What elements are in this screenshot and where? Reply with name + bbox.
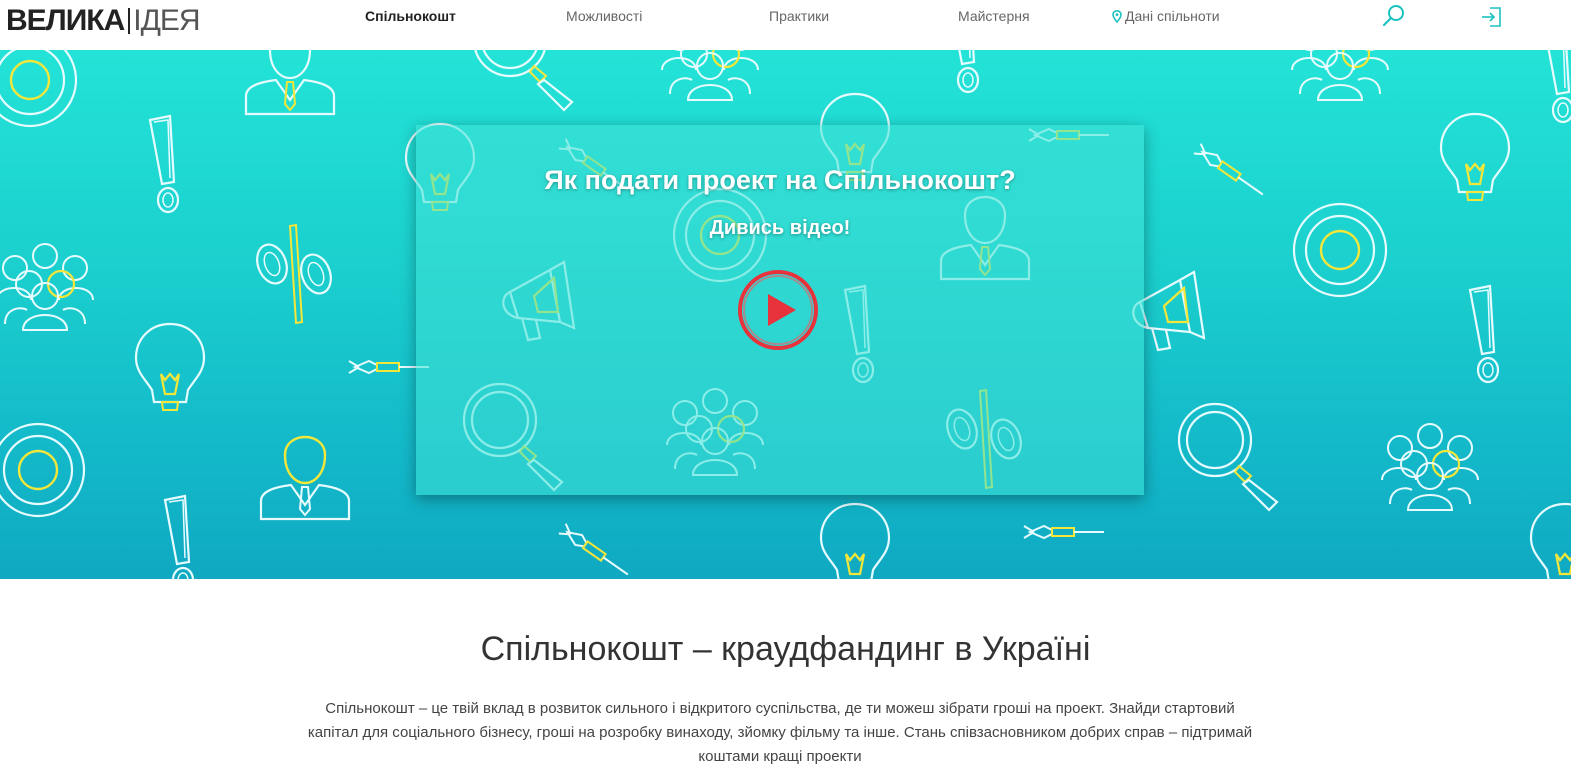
nav-praktyky[interactable]: Практики (769, 8, 829, 24)
logo-divider (128, 8, 131, 34)
nav-mozhlyvosti[interactable]: Можливості (566, 8, 642, 24)
nav-maisternia[interactable]: Майстерня (958, 8, 1030, 24)
video-subtitle: Дивись відео! (709, 217, 851, 239)
nav-community-data[interactable]: Дані спільноти (1112, 8, 1220, 24)
map-pin-icon (1112, 9, 1122, 23)
site-header: ВЕЛИКА ІДЕЯ Спільнокошт Можливості Практ… (0, 0, 1571, 50)
video-title: Як подати проект на Спільнокошт? (544, 165, 1016, 195)
play-icon[interactable] (736, 268, 820, 352)
logo-bold-text: ВЕЛИКА (6, 4, 125, 37)
page-description: Спільнокошт – це твій вклад в розвиток с… (307, 700, 1253, 765)
hero-banner: Як подати проект на Спільнокошт? Дивись … (0, 50, 1571, 579)
video-card[interactable]: Як подати проект на Спільнокошт? Дивись … (416, 125, 1144, 495)
page-title: Спільнокошт – краудфандинг в Україні (480, 630, 1091, 668)
site-logo[interactable]: ВЕЛИКА ІДЕЯ (6, 4, 201, 38)
nav-spilnokosht[interactable]: Спільнокошт (365, 8, 456, 24)
login-icon[interactable] (1479, 2, 1507, 30)
logo-light-text: ІДЕЯ (133, 4, 200, 37)
nav-community-label: Дані спільноти (1125, 8, 1220, 24)
search-icon[interactable] (1380, 2, 1408, 30)
